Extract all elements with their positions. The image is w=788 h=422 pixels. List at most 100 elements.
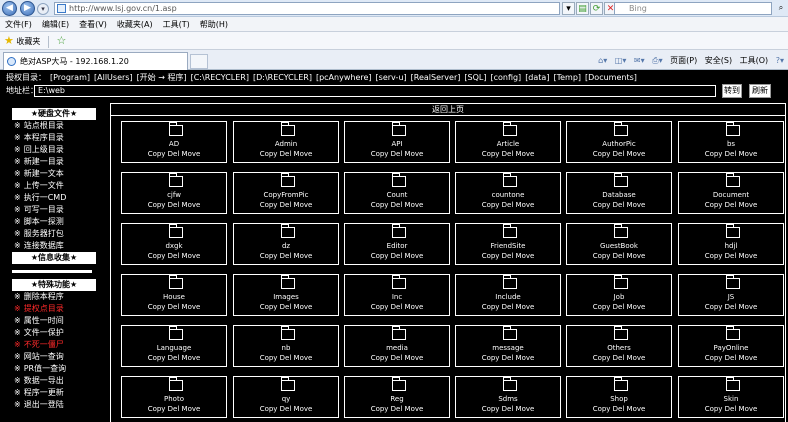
sidebar-item[interactable]: ※ 服务器打包 [12, 228, 96, 240]
folder-tile[interactable]: Inc Copy Del Move [344, 274, 450, 316]
folder-tile[interactable]: GuestBook Copy Del Move [566, 223, 672, 265]
folder-actions[interactable]: Copy Del Move [234, 252, 338, 261]
folder-actions[interactable]: Copy Del Move [345, 252, 449, 261]
folder-name[interactable]: bs [679, 140, 783, 149]
compat-view-icon[interactable]: ▤ [576, 2, 589, 15]
folder-tile[interactable]: PayOnline Copy Del Move [678, 325, 784, 367]
refresh-icon[interactable]: ⟳ [590, 2, 603, 15]
sidebar-item[interactable]: ※ 不死一僵尸 [12, 339, 96, 351]
sidebar-item[interactable]: ※ 回上级目录 [12, 144, 96, 156]
folder-icon[interactable] [614, 326, 628, 340]
folder-actions[interactable]: Copy Del Move [234, 150, 338, 159]
folder-name[interactable]: Include [456, 293, 560, 302]
quick-link[interactable]: [开始 → 程序] [137, 73, 187, 82]
folder-icon[interactable] [726, 377, 740, 391]
folder-icon[interactable] [281, 173, 295, 187]
folder-tile[interactable]: Article Copy Del Move [455, 121, 561, 163]
refresh-button[interactable]: 刷新 [749, 84, 771, 98]
folder-tile[interactable]: dz Copy Del Move [233, 223, 339, 265]
folder-icon[interactable] [503, 224, 517, 238]
folder-name[interactable]: Document [679, 191, 783, 200]
folder-name[interactable]: message [456, 344, 560, 353]
menu-item[interactable]: 收藏夹(A) [112, 17, 158, 32]
sidebar-item[interactable]: ※ 属性一时间 [12, 315, 96, 327]
folder-name[interactable]: Photo [122, 395, 226, 404]
sidebar-item[interactable]: ※ 提权点目录 [12, 303, 96, 315]
folder-tile[interactable]: Others Copy Del Move [566, 325, 672, 367]
folder-icon[interactable] [503, 275, 517, 289]
menu-item[interactable]: 工具(T) [158, 17, 195, 32]
folder-name[interactable]: Editor [345, 242, 449, 251]
folder-actions[interactable]: Copy Del Move [345, 150, 449, 159]
folder-icon[interactable] [614, 275, 628, 289]
feeds-icon[interactable]: ◫▾ [615, 53, 627, 68]
folder-tile[interactable]: Reg Copy Del Move [344, 376, 450, 418]
folder-tile[interactable]: API Copy Del Move [344, 121, 450, 163]
folder-actions[interactable]: Copy Del Move [456, 150, 560, 159]
folder-actions[interactable]: Copy Del Move [456, 405, 560, 414]
folder-tile[interactable]: Include Copy Del Move [455, 274, 561, 316]
folder-actions[interactable]: Copy Del Move [567, 405, 671, 414]
folder-tile[interactable]: Job Copy Del Move [566, 274, 672, 316]
folder-name[interactable]: media [345, 344, 449, 353]
folder-name[interactable]: PayOnline [679, 344, 783, 353]
folder-icon[interactable] [392, 326, 406, 340]
folder-actions[interactable]: Copy Del Move [679, 354, 783, 363]
search-input[interactable]: Bing [614, 2, 772, 15]
folder-tile[interactable]: House Copy Del Move [121, 274, 227, 316]
folder-actions[interactable]: Copy Del Move [122, 150, 226, 159]
folder-tile[interactable]: JS Copy Del Move [678, 274, 784, 316]
folder-tile[interactable]: Count Copy Del Move [344, 172, 450, 214]
quick-link[interactable]: [SQL] [464, 73, 486, 82]
folder-icon[interactable] [726, 224, 740, 238]
folder-name[interactable]: AuthorPic [567, 140, 671, 149]
folder-name[interactable]: Shop [567, 395, 671, 404]
quick-link[interactable]: [pcAnywhere] [316, 73, 372, 82]
sidebar-item[interactable]: ※ 脚本一探测 [12, 216, 96, 228]
folder-tile[interactable]: nb Copy Del Move [233, 325, 339, 367]
folder-actions[interactable]: Copy Del Move [122, 405, 226, 414]
cmd-page[interactable]: 页面(P) [670, 53, 697, 68]
help-icon[interactable]: ?▾ [776, 53, 784, 68]
menu-item[interactable]: 帮助(H) [195, 17, 233, 32]
folder-name[interactable]: FriendSite [456, 242, 560, 251]
folder-tile[interactable]: dxgk Copy Del Move [121, 223, 227, 265]
folder-icon[interactable] [726, 275, 740, 289]
folder-icon[interactable] [392, 122, 406, 136]
quick-link[interactable]: [config] [490, 73, 521, 82]
folder-icon[interactable] [281, 122, 295, 136]
folder-icon[interactable] [726, 122, 740, 136]
folder-actions[interactable]: Copy Del Move [122, 201, 226, 210]
folder-name[interactable]: Others [567, 344, 671, 353]
folder-name[interactable]: Job [567, 293, 671, 302]
folder-name[interactable]: dz [234, 242, 338, 251]
folder-tile[interactable]: FriendSite Copy Del Move [455, 223, 561, 265]
folder-name[interactable]: House [122, 293, 226, 302]
folder-tile[interactable]: Photo Copy Del Move [121, 376, 227, 418]
folder-actions[interactable]: Copy Del Move [122, 252, 226, 261]
menu-item[interactable]: 编辑(E) [37, 17, 74, 32]
folder-icon[interactable] [169, 275, 183, 289]
url-field[interactable]: http://www.lsj.gov.cn/1.asp [54, 2, 560, 15]
folder-actions[interactable]: Copy Del Move [679, 303, 783, 312]
sidebar-item[interactable]: ※ 上传一文件 [12, 180, 96, 192]
folder-tile[interactable]: bs Copy Del Move [678, 121, 784, 163]
folder-icon[interactable] [281, 224, 295, 238]
history-dropdown-button[interactable]: ▾ [37, 3, 49, 15]
home-icon[interactable]: ⌂▾ [598, 53, 607, 68]
folder-actions[interactable]: Copy Del Move [567, 252, 671, 261]
sidebar-item[interactable]: ※ 程序一更新 [12, 387, 96, 399]
folder-tile[interactable]: Language Copy Del Move [121, 325, 227, 367]
sidebar-section-title[interactable]: ★特殊功能★ [12, 279, 96, 291]
sidebar-section-title[interactable]: ★硬盘文件★ [12, 108, 96, 120]
quick-link[interactable]: [RealServer] [411, 73, 461, 82]
folder-icon[interactable] [614, 122, 628, 136]
folder-name[interactable]: Sdms [456, 395, 560, 404]
folder-icon[interactable] [503, 173, 517, 187]
folder-actions[interactable]: Copy Del Move [679, 252, 783, 261]
folder-actions[interactable]: Copy Del Move [679, 150, 783, 159]
folder-name[interactable]: Images [234, 293, 338, 302]
folder-name[interactable]: JS [679, 293, 783, 302]
folder-icon[interactable] [614, 377, 628, 391]
folder-tile[interactable]: Shop Copy Del Move [566, 376, 672, 418]
